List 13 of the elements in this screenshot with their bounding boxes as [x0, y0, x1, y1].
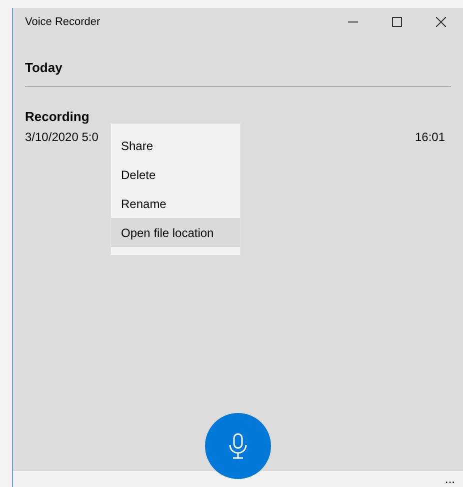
menu-item[interactable]: Share [111, 131, 240, 160]
recording-duration: 16:01 [414, 129, 445, 146]
close-icon [436, 17, 446, 27]
menu-item[interactable]: Delete [111, 160, 240, 189]
microphone-icon [229, 433, 247, 459]
recording-date: 3/10/2020 5:0 [25, 129, 98, 146]
more-button[interactable]: ... [444, 473, 455, 485]
section-header: Today [25, 59, 64, 77]
menu-item[interactable]: Rename [111, 189, 240, 218]
recording-name: Recording [25, 108, 90, 126]
window-title: Voice Recorder [25, 14, 100, 30]
maximize-icon [392, 17, 402, 27]
menu-item[interactable]: Open file location [111, 218, 240, 247]
